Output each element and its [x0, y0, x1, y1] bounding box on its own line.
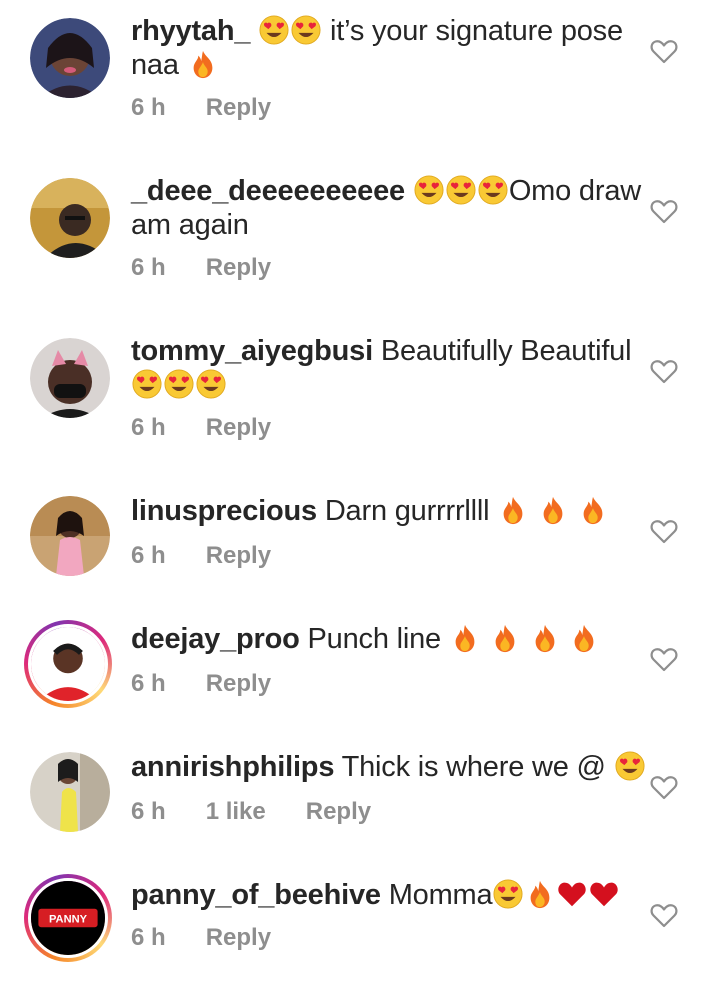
comment-time: 6 h — [131, 542, 166, 569]
red-heart-emoji — [589, 879, 619, 909]
heart-outline-icon[interactable] — [650, 38, 678, 64]
heart-eyes-emoji — [615, 751, 645, 781]
heart-outline-icon[interactable] — [650, 198, 678, 224]
red-heart-emoji — [557, 879, 587, 909]
heart-outline-icon[interactable] — [650, 358, 678, 384]
heart-eyes-emoji — [196, 369, 226, 399]
comment-username[interactable]: tommy_aiyegbusi — [131, 335, 373, 367]
comment-username[interactable]: linusprecious — [131, 495, 317, 527]
fire-emoji — [525, 879, 555, 909]
avatar-logo-text: PANNY — [49, 914, 88, 926]
comment-username[interactable]: rhyytah_ — [131, 15, 250, 47]
avatar[interactable] — [30, 752, 110, 832]
comment-time: 6 h — [131, 414, 166, 441]
heart-eyes-emoji — [132, 369, 162, 399]
comment-time: 6 h — [131, 94, 166, 121]
comment-username[interactable]: deejay_proo — [131, 623, 300, 655]
comment-time: 6 h — [131, 798, 166, 825]
heart-outline-icon[interactable] — [650, 902, 678, 928]
reply-button[interactable]: Reply — [306, 798, 371, 825]
reply-button[interactable]: Reply — [206, 254, 271, 281]
comment-text: Punch line — [307, 623, 442, 655]
fire-emoji — [530, 623, 560, 653]
heart-eyes-emoji — [259, 15, 289, 45]
reply-button[interactable]: Reply — [206, 542, 271, 569]
comment-time: 6 h — [131, 924, 166, 951]
fire-emoji — [188, 49, 218, 79]
comment-time: 6 h — [131, 254, 166, 281]
heart-eyes-emoji — [478, 175, 508, 205]
comment-text: Darn gurrrrllll — [324, 495, 490, 527]
comment-time: 6 h — [131, 670, 166, 697]
fire-emoji — [578, 495, 608, 525]
heart-eyes-emoji — [414, 175, 444, 205]
fire-emoji — [498, 495, 528, 525]
comment-text: Thick is where we @ — [341, 751, 606, 783]
comment-username[interactable]: panny_of_beehive — [131, 879, 381, 911]
avatar[interactable] — [24, 620, 112, 708]
heart-outline-icon[interactable] — [650, 774, 678, 800]
reply-button[interactable]: Reply — [206, 414, 271, 441]
avatar[interactable] — [30, 338, 110, 418]
heart-eyes-emoji — [164, 369, 194, 399]
fire-emoji — [569, 623, 599, 653]
heart-outline-icon[interactable] — [650, 518, 678, 544]
fire-emoji — [538, 495, 568, 525]
comment-username[interactable]: _deee_deeeeeeeeee — [131, 175, 405, 207]
avatar[interactable] — [30, 496, 110, 576]
heart-eyes-emoji — [291, 15, 321, 45]
comment-username[interactable]: annirishphilips — [131, 751, 334, 783]
reply-button[interactable]: Reply — [206, 670, 271, 697]
like-count[interactable]: 1 like — [206, 798, 266, 825]
reply-button[interactable]: Reply — [206, 924, 271, 951]
heart-eyes-emoji — [493, 879, 523, 909]
fire-emoji — [490, 623, 520, 653]
comment-text: Beautifully Beautiful — [380, 335, 632, 367]
comment-text: Momma — [388, 879, 493, 911]
comments-list: rhyytah_ it’s your signature pose naa 6 … — [0, 0, 720, 992]
avatar[interactable] — [30, 18, 110, 98]
fire-emoji — [450, 623, 480, 653]
reply-button[interactable]: Reply — [206, 94, 271, 121]
avatar[interactable] — [30, 178, 110, 258]
heart-eyes-emoji — [446, 175, 476, 205]
avatar[interactable]: PANNY — [24, 874, 112, 962]
heart-outline-icon[interactable] — [650, 646, 678, 672]
